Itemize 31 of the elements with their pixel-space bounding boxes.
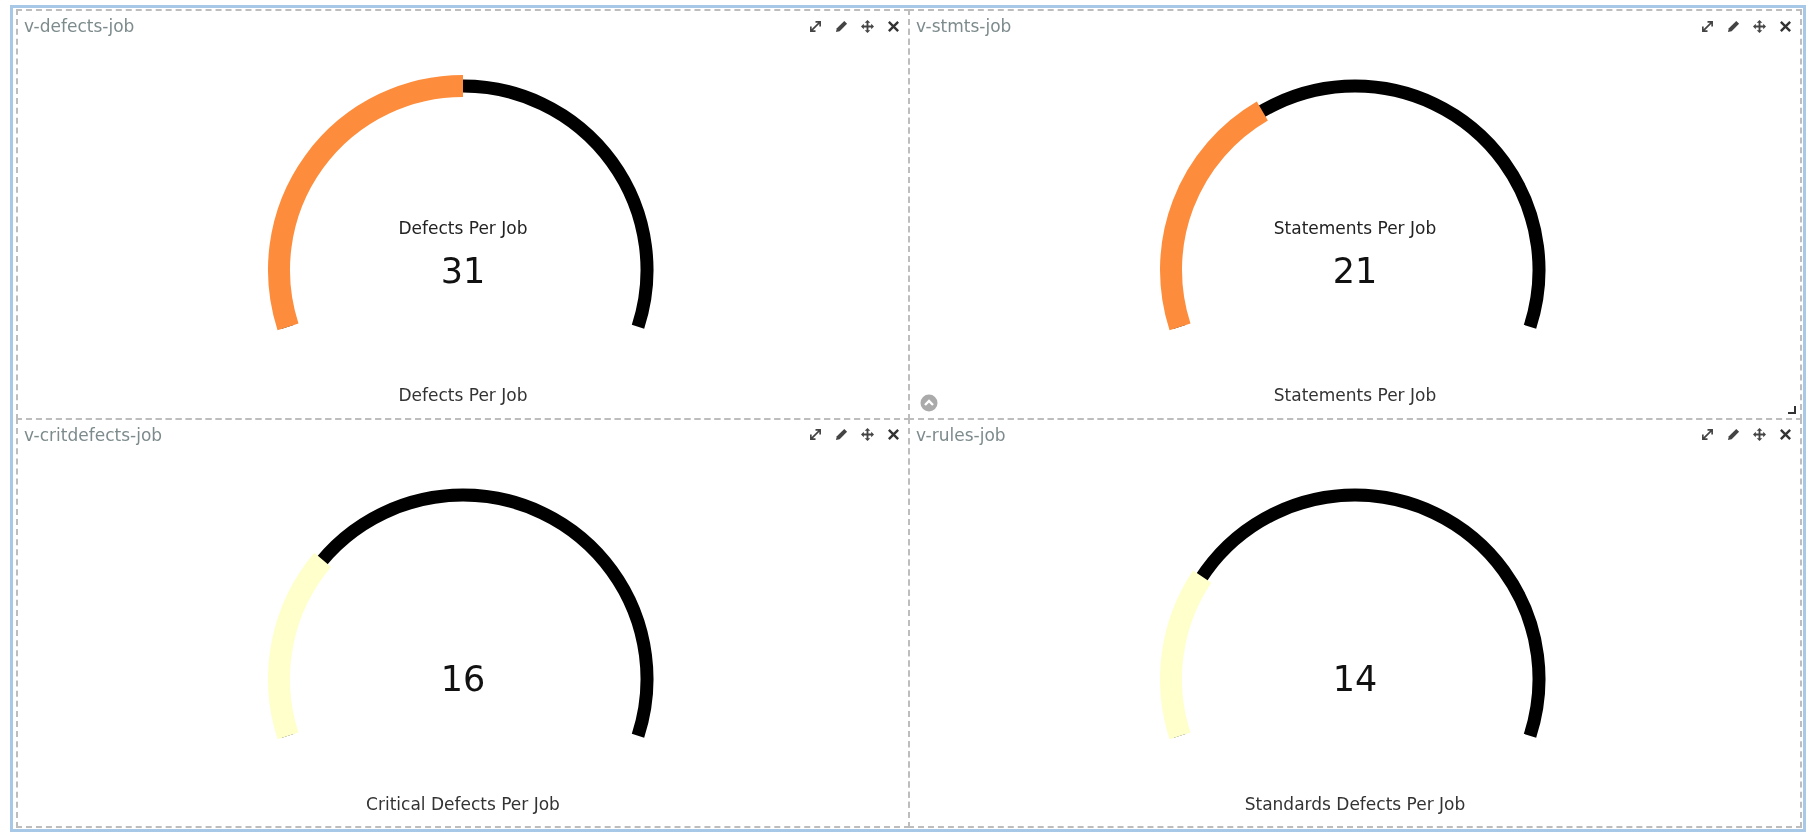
move-icon[interactable] [861, 19, 874, 33]
gauge-value: 14 [1332, 658, 1378, 699]
panel-title: v-critdefects-job [24, 424, 163, 445]
expand-icon[interactable] [1701, 428, 1714, 441]
gauge-caption: Statements Per Job [1273, 385, 1437, 405]
expand-icon[interactable] [809, 19, 822, 33]
panel-title: v-stmts-job [916, 16, 1012, 36]
expand-icon[interactable] [809, 428, 822, 441]
move-icon[interactable] [1753, 428, 1766, 441]
panel-title: v-rules-job [916, 424, 1006, 445]
gauge-label: Statements Per Job [1273, 218, 1437, 238]
gauge-caption: Critical Defects Per Job [366, 793, 560, 814]
move-icon[interactable] [1753, 19, 1766, 33]
close-icon[interactable] [1779, 428, 1792, 441]
gauge-label: Defects Per Job [398, 218, 528, 238]
expand-icon[interactable] [1701, 19, 1714, 33]
panel-title: v-defects-job [24, 16, 135, 36]
gauge-value: 16 [440, 658, 486, 699]
close-icon[interactable] [1779, 19, 1792, 33]
gauge-caption: Defects Per Job [398, 385, 528, 405]
close-icon[interactable] [887, 428, 900, 441]
gauge-value: 21 [1332, 251, 1378, 291]
pencil-icon[interactable] [835, 19, 848, 33]
resize-handle-icon[interactable] [1788, 405, 1796, 414]
pencil-icon[interactable] [1727, 19, 1740, 33]
pencil-icon[interactable] [835, 428, 848, 441]
close-icon[interactable] [887, 19, 900, 33]
move-icon[interactable] [861, 428, 874, 441]
gauge-caption: Standards Defects Per Job [1244, 793, 1466, 814]
gauge-value: 31 [440, 251, 486, 291]
pencil-icon[interactable] [1727, 428, 1740, 441]
